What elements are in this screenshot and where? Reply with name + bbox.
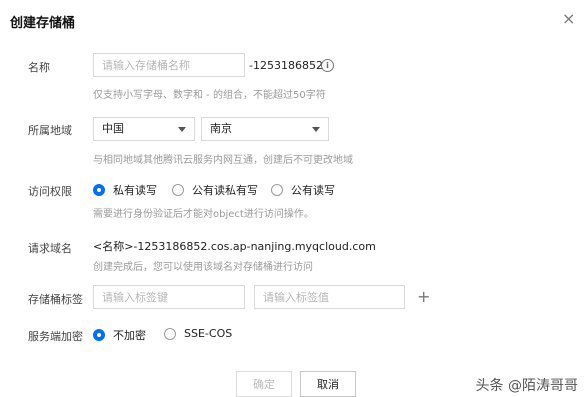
radio-label: SSE-COS bbox=[184, 327, 233, 340]
tags-label: 存储桶标签 bbox=[28, 293, 83, 306]
radio-label: 不加密 bbox=[113, 329, 146, 342]
tag-key-input[interactable] bbox=[93, 285, 245, 309]
bucket-name-input[interactable] bbox=[93, 53, 245, 77]
confirm-button[interactable]: 确定 bbox=[236, 371, 292, 397]
name-label: 名称 bbox=[28, 61, 50, 74]
city-select[interactable]: 南京 bbox=[201, 117, 329, 141]
domain-label: 请求域名 bbox=[28, 242, 72, 255]
radio-label: 公有读私有写 bbox=[192, 184, 258, 197]
region-hint: 与相同地域其他腾讯云服务内网互通，创建后不可更改地域 bbox=[93, 155, 353, 166]
radio-no-encryption[interactable]: 不加密 bbox=[93, 327, 146, 343]
radio-public-r-private-w[interactable]: 公有读私有写 bbox=[172, 182, 258, 198]
name-hint: 仅支持小写字母、数字和 - 的组合，不能超过50字符 bbox=[93, 90, 326, 101]
radio-unchecked-icon bbox=[271, 184, 283, 196]
radio-unchecked-icon bbox=[172, 184, 184, 196]
radio-label: 私有读写 bbox=[113, 184, 157, 197]
watermark: 头条 @陌涛哥哥 bbox=[475, 378, 578, 394]
dialog-title: 创建存储桶 bbox=[10, 16, 76, 31]
radio-public-rw[interactable]: 公有读写 bbox=[271, 182, 335, 198]
add-tag-icon[interactable]: + bbox=[417, 289, 430, 305]
tag-value-input[interactable] bbox=[254, 285, 405, 309]
city-value: 南京 bbox=[210, 122, 232, 135]
info-icon[interactable]: i bbox=[321, 59, 334, 72]
radio-unchecked-icon bbox=[164, 327, 176, 340]
chevron-down-icon bbox=[312, 126, 320, 132]
country-select[interactable]: 中国 bbox=[93, 117, 195, 141]
domain-hint: 创建完成后，您可以使用该域名对存储桶进行访问 bbox=[93, 262, 313, 273]
close-icon[interactable]: × bbox=[562, 11, 575, 27]
radio-checked-icon bbox=[93, 184, 105, 196]
domain-value: <名称>-1253186852.cos.ap-nanjing.myqcloud.… bbox=[93, 240, 376, 253]
encryption-label: 服务端加密 bbox=[28, 330, 83, 343]
country-value: 中国 bbox=[102, 122, 124, 135]
cancel-button[interactable]: 取消 bbox=[300, 371, 356, 397]
region-label: 所属地域 bbox=[28, 124, 72, 137]
radio-label: 公有读写 bbox=[291, 184, 335, 197]
radio-private-rw[interactable]: 私有读写 bbox=[93, 182, 157, 198]
access-hint: 需要进行身份验证后才能对object进行访问操作。 bbox=[93, 209, 314, 220]
chevron-down-icon bbox=[178, 126, 186, 132]
appid-suffix: -1253186852 bbox=[249, 59, 323, 72]
access-label: 访问权限 bbox=[28, 185, 72, 198]
radio-checked-icon bbox=[93, 329, 105, 341]
radio-sse-cos[interactable]: SSE-COS bbox=[164, 327, 232, 340]
